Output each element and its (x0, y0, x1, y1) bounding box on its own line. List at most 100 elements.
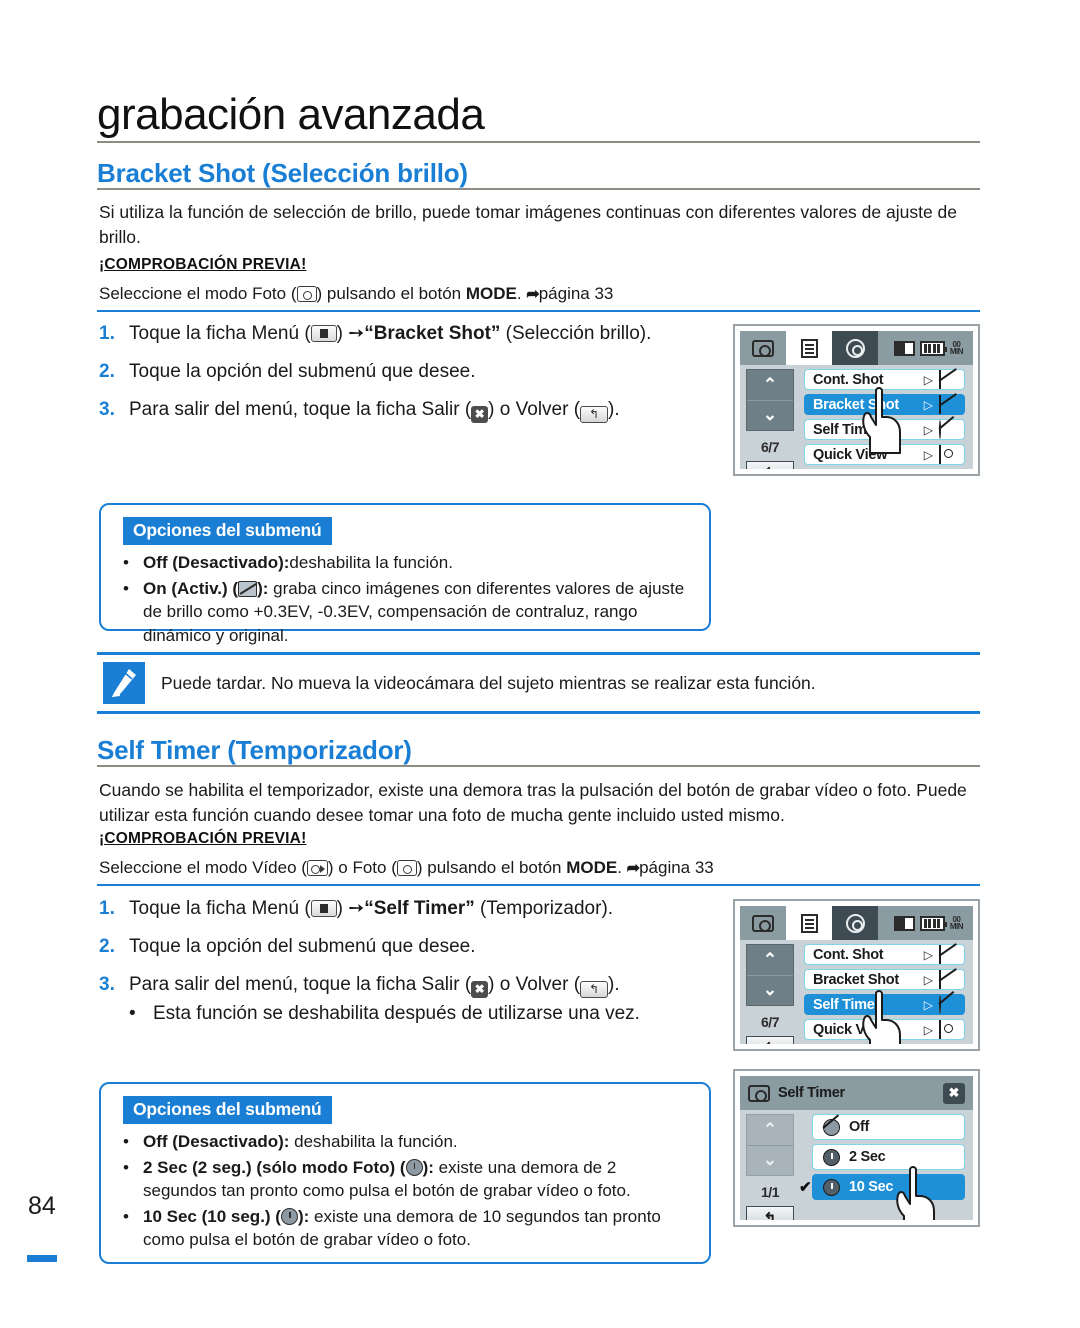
submenu-arrow-icon: ▷ (923, 972, 933, 987)
lcd-inner: 00 MIN ⌃ ⌄ 6/7 ↰ Cont. Shot (740, 331, 973, 469)
page-ref-arrow-icon: ➦ (626, 860, 640, 877)
option-text: On (Activ.) (): graba cinco imágenes con… (143, 577, 691, 648)
option-label-suffix: ): (257, 578, 269, 598)
menu-row-cont-shot[interactable]: Cont. Shot ▷ (804, 369, 965, 390)
section1-intro: Si utiliza la función de selección de br… (99, 202, 958, 247)
quick-view-icon (939, 445, 958, 464)
checkmark-icon: ✔ (799, 1179, 812, 1196)
section-heading-self-timer: Self Timer (Temporizador) (97, 735, 412, 765)
step-text-pre: Toque la ficha Menú ( (129, 323, 311, 344)
scroll-up-icon[interactable]: ⌃ (747, 945, 793, 976)
self-timer-2sec-icon (405, 1158, 423, 1176)
lcd-back-button[interactable]: ↰ (746, 1206, 794, 1220)
scroll-down-icon[interactable]: ⌄ (747, 401, 793, 431)
option-row-10sec[interactable]: ✔ 10 Sec (799, 1174, 965, 1200)
option-item: • 10 Sec (10 seg.) (): existe una demora… (123, 1205, 691, 1252)
lcd-menu-rows: Cont. Shot ▷ Bracket Shot ▷ Self Timer ▷ (802, 940, 973, 1044)
menu-tab-icon (310, 325, 337, 342)
tab-camera[interactable] (740, 331, 786, 365)
option-label-suffix: ): (422, 1157, 434, 1177)
step-text-pre: Para salir del menú, toque la ficha Sali… (129, 399, 472, 420)
tab-menu[interactable] (786, 906, 832, 940)
menu-row-self-timer[interactable]: Self Timer ▷ (804, 419, 965, 440)
precheck-text-mid2: ) pulsando el botón (416, 858, 567, 877)
storage-card-icon (893, 340, 915, 356)
tab-camera[interactable] (740, 906, 786, 940)
option-desc: deshabilita la función. (289, 553, 453, 572)
scroll-up-icon[interactable]: ⌃ (747, 1115, 793, 1146)
step-text: Toque la opción del submenú que desee. (129, 361, 476, 382)
lcd-inner: Self Timer ✖ ⌃ ⌄ 1/1 ↰ Off 2 Sec ✔ 10 Se… (740, 1076, 973, 1220)
step-menu-name: “Bracket Shot” (364, 323, 501, 344)
lcd-submenu-header: Self Timer ✖ (740, 1076, 973, 1110)
menu-row-label: Self Timer (813, 996, 880, 1013)
camera-icon (752, 339, 774, 357)
lcd-nav-column: ⌃ ⌄ 1/1 ↰ (740, 1110, 802, 1220)
option-item: • 2 Sec (2 seg.) (sólo modo Foto) (): ex… (123, 1156, 691, 1203)
close-icon[interactable]: ✖ (943, 1082, 965, 1104)
sub-bullet-text: Esta función se deshabilita después de u… (153, 1003, 640, 1024)
scroll-up-icon[interactable]: ⌃ (747, 370, 793, 401)
lcd-back-button[interactable]: ↰ (746, 1036, 794, 1044)
lcd-body: ⌃ ⌄ 6/7 ↰ Cont. Shot ▷ Bracket Shot ▷ (740, 365, 973, 469)
menu-row-bracket-shot[interactable]: Bracket Shot ▷ (804, 969, 965, 990)
step-text-pre: Toque la ficha Menú ( (129, 898, 311, 919)
section-divider-1 (97, 188, 980, 190)
submenu-arrow-icon: ▷ (923, 372, 933, 387)
precheck-text-post: . (516, 284, 527, 303)
menu-row-self-timer[interactable]: Self Timer ▷ (804, 994, 965, 1015)
bullet-icon: • (129, 1003, 136, 1024)
step-item: 2. Toque la opción del submenú que desee… (99, 358, 709, 385)
page-indicator: 1/1 (761, 1184, 779, 1200)
step-text: Toque la ficha Menú () ➙“Bracket Shot” (… (129, 320, 709, 347)
menu-list-icon (800, 338, 818, 358)
step-text: Toque la ficha Menú () ➙“Self Timer” (Te… (129, 895, 709, 922)
scroll-updown-control[interactable]: ⌃ ⌄ (746, 369, 794, 431)
lcd-back-button[interactable]: ↰ (746, 461, 794, 469)
option-label: On (Activ.) ( (143, 578, 239, 598)
menu-row-label: Self Timer (813, 421, 880, 438)
menu-row-bracket-shot[interactable]: Bracket Shot ▷ (804, 394, 965, 415)
self-timer-icon (939, 995, 958, 1014)
mode-button-label: MODE (465, 284, 517, 303)
menu-row-quick-view[interactable]: Quick View ▷ (804, 444, 965, 465)
submenu-arrow-icon: ▷ (923, 397, 933, 412)
lcd-status-icons: 00 MIN (893, 906, 973, 940)
precheck-divider-2 (97, 884, 980, 886)
bullet-icon: • (123, 1157, 129, 1177)
self-timer-10sec-icon (280, 1207, 298, 1225)
gear-icon (845, 913, 865, 933)
time-remaining-icon: 00 MIN (949, 916, 964, 931)
page-number-bar (27, 1255, 57, 1262)
tab-settings[interactable] (832, 331, 878, 365)
option-row-label: 10 Sec (849, 1179, 894, 1195)
note-pencil-icon (103, 662, 145, 704)
submenu-options-list: • Off (Desactivado):deshabilita la funci… (101, 551, 709, 659)
step-text: Para salir del menú, toque la ficha Sali… (129, 971, 709, 998)
lcd-nav-column: ⌃ ⌄ 6/7 ↰ (740, 940, 802, 1044)
manual-page: grabación avanzada Bracket Shot (Selecci… (0, 0, 1080, 1328)
lcd-inner: 00 MIN ⌃ ⌄ 6/7 ↰ Cont. Shot (740, 906, 973, 1044)
section2-intro: Cuando se habilita el temporizador, exis… (99, 780, 967, 825)
precheck-text-pre: Seleccione el modo Vídeo ( (99, 858, 307, 877)
exit-tab-icon: ✖ (471, 981, 489, 998)
option-row-2sec[interactable]: 2 Sec (812, 1144, 965, 1170)
step-text-mid: ) (336, 898, 349, 919)
option-row-off[interactable]: Off (812, 1114, 965, 1140)
menu-row-cont-shot[interactable]: Cont. Shot ▷ (804, 944, 965, 965)
scroll-down-icon[interactable]: ⌄ (747, 1146, 793, 1176)
menu-row-quick-view[interactable]: Quick View ▷ (804, 1019, 965, 1040)
tab-menu[interactable] (786, 331, 832, 365)
time-remaining-unit: MIN (949, 922, 964, 931)
step-number: 2. (99, 361, 115, 382)
scroll-updown-control[interactable]: ⌃ ⌄ (746, 1114, 794, 1176)
note-text: Puede tardar. No mueva la videocámara de… (161, 673, 816, 693)
tab-settings[interactable] (832, 906, 878, 940)
menu-row-label: Quick View (813, 446, 888, 463)
section2-steps: 1. Toque la ficha Menú () ➙“Self Timer” … (99, 895, 709, 1027)
bullet-icon: • (123, 1132, 129, 1151)
scroll-updown-control[interactable]: ⌃ ⌄ (746, 944, 794, 1006)
menu-list-icon (800, 913, 818, 933)
scroll-down-icon[interactable]: ⌄ (747, 976, 793, 1006)
lcd-screenshot-self-timer-submenu: Self Timer ✖ ⌃ ⌄ 1/1 ↰ Off 2 Sec ✔ 10 Se… (733, 1069, 980, 1227)
